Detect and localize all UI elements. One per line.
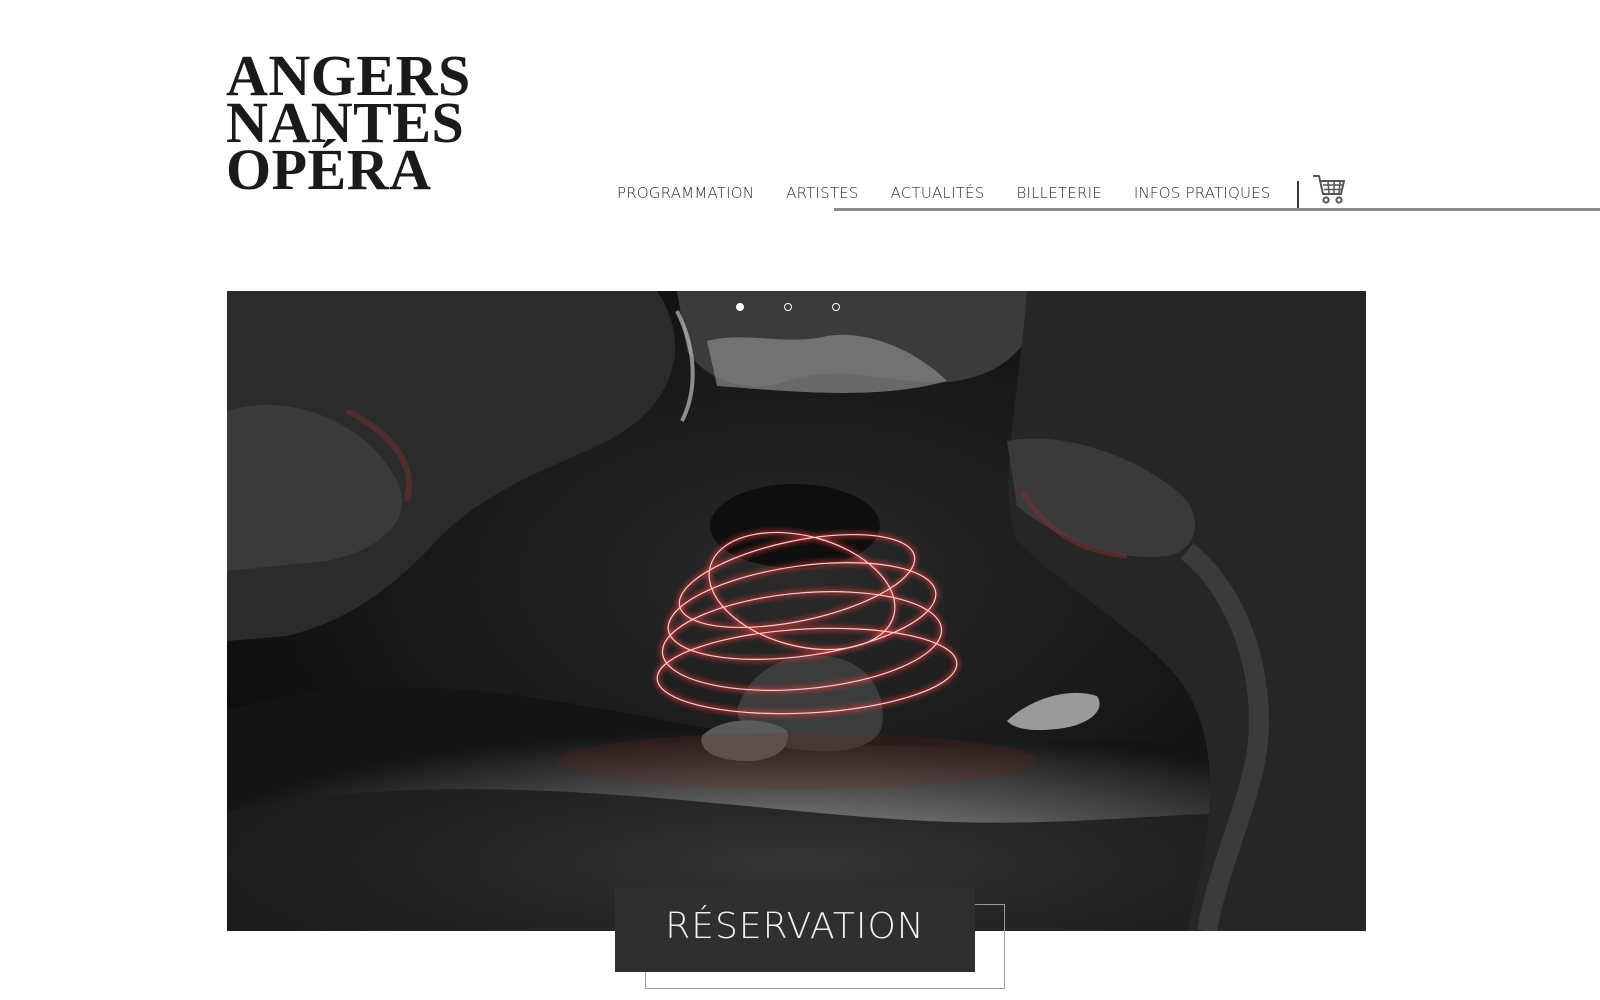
shopping-cart-icon bbox=[1313, 175, 1345, 204]
hero-slideshow[interactable] bbox=[227, 291, 1366, 931]
nav-divider bbox=[1297, 181, 1299, 209]
reservation-label: RÉSERVATION bbox=[665, 905, 925, 947]
hero-image bbox=[227, 291, 1366, 931]
nav-item-actualites[interactable]: ACTUALITÉS bbox=[891, 184, 985, 202]
slide-dot-2[interactable] bbox=[784, 303, 792, 311]
nav-underline bbox=[834, 208, 1600, 211]
reservation-button[interactable]: RÉSERVATION bbox=[615, 888, 975, 972]
nav-item-programmation[interactable]: PROGRAMMATION bbox=[617, 184, 754, 202]
nav-item-artistes[interactable]: ARTISTES bbox=[786, 184, 858, 202]
page: ANGERS NANTES OPÉRA PROGRAMMATION ARTIST… bbox=[0, 0, 1600, 1000]
slideshow-dots bbox=[736, 303, 840, 311]
slide-dot-1[interactable] bbox=[736, 303, 744, 311]
main-nav: PROGRAMMATION ARTISTES ACTUALITÉS BILLET… bbox=[617, 180, 1271, 206]
site-logo[interactable]: ANGERS NANTES OPÉRA bbox=[226, 47, 496, 199]
slide-dot-3[interactable] bbox=[832, 303, 840, 311]
cart-button[interactable] bbox=[1311, 172, 1347, 206]
nav-item-infos-pratiques[interactable]: INFOS PRATIQUES bbox=[1134, 184, 1271, 202]
nav-item-billeterie[interactable]: BILLETERIE bbox=[1016, 184, 1101, 202]
